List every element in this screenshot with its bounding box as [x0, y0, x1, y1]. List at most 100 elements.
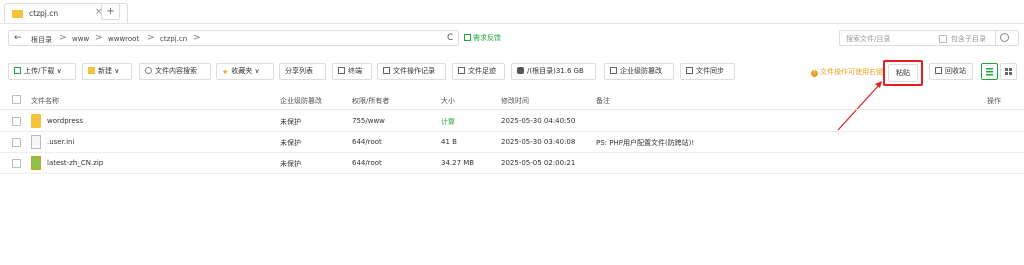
mtime: 2025-05-30 03:40:08 [501, 138, 576, 146]
search-input[interactable]: 搜索文件/目录 [846, 34, 890, 44]
chevron-right-icon: > [59, 33, 67, 43]
col-perm: 权限/所有者 [352, 97, 390, 105]
paste-highlight: 粘贴 [883, 60, 923, 86]
breadcrumb-root[interactable]: 根目录 [31, 35, 52, 45]
path-bar[interactable]: ← 根目录 > www > wwwroot > ctzpj.cn > C [8, 30, 459, 46]
file-name[interactable]: wordpress [47, 117, 83, 125]
sync-button[interactable]: 文件同步 [680, 63, 735, 80]
table-row[interactable]: wordpress 未保护 755/www 计算 2025-05-30 04:4… [0, 111, 1024, 132]
tab-bar: ctzpj.cn × + [0, 0, 1024, 24]
chevron-right-icon: > [95, 33, 103, 43]
col-name[interactable]: 文件名称 [31, 96, 59, 106]
right-click-hint: ! 文件操作可使用右键 [811, 67, 883, 77]
table-row[interactable]: .user.ini 未保护 644/root 41 B 2025-05-30 0… [0, 132, 1024, 153]
shield-icon [610, 67, 617, 74]
star-icon: ★ [222, 68, 229, 76]
search-box: 搜索文件/目录 包含子目录 [839, 30, 1019, 46]
row-checkbox[interactable] [12, 117, 21, 126]
select-all-checkbox[interactable] [12, 95, 21, 104]
defense-button[interactable]: 企业级防篡改 [604, 63, 674, 80]
folder-icon [31, 114, 41, 128]
upload-icon [14, 67, 21, 74]
back-arrow-icon[interactable]: ← [14, 33, 22, 43]
col-size[interactable]: 大小 [441, 96, 455, 106]
divider [995, 31, 996, 45]
list-view-button[interactable] [981, 63, 998, 80]
op-log-label: 文件操作记录 [393, 67, 435, 75]
col-mtime[interactable]: 修改时间 [501, 96, 529, 106]
new-button[interactable]: 新建 ∨ [82, 63, 132, 80]
disk-button[interactable]: /(根目录)31.6 GB [511, 63, 596, 80]
info-icon: ! [811, 70, 818, 77]
breadcrumb-ctzpj[interactable]: ctzpj.cn [160, 35, 187, 43]
col-defense: 企业级防篡改 [280, 97, 322, 105]
paste-button[interactable]: 粘贴 [888, 64, 918, 82]
folder-icon [12, 10, 23, 18]
file-name[interactable]: .user.ini [47, 138, 74, 146]
list-view-icon [986, 68, 993, 76]
terminal-button[interactable]: 终端 [332, 63, 372, 80]
search-icon [145, 67, 152, 74]
mtime: 2025-05-30 04:40:50 [501, 117, 576, 125]
defense-status[interactable]: 未保护 [280, 117, 301, 127]
permission[interactable]: 755/www [352, 117, 385, 125]
table-row[interactable]: latest-zh_CN.zip 未保护 644/root 34.27 MB 2… [0, 153, 1024, 174]
disk-label: /(根目录)31.6 GB [527, 67, 584, 75]
folder-icon [88, 67, 95, 74]
upload-label: 上传/下载 [24, 67, 55, 75]
content-search-button[interactable]: 文件内容搜索 [139, 63, 211, 80]
feedback-icon [464, 34, 471, 41]
permission[interactable]: 644/root [352, 138, 382, 146]
favorites-label: 收藏夹 [231, 67, 253, 75]
terminal-label: 终端 [348, 67, 362, 75]
tab-label: ctzpj.cn [29, 9, 59, 18]
sync-label: 文件同步 [696, 67, 724, 75]
search-icon[interactable] [1000, 33, 1009, 42]
defense-status[interactable]: 未保护 [280, 159, 301, 169]
mtime: 2025-05-05 02:00:21 [501, 159, 576, 167]
row-checkbox[interactable] [12, 159, 21, 168]
refresh-icon[interactable]: C [447, 33, 453, 43]
trash-icon [935, 67, 942, 74]
op-log-button[interactable]: 文件操作记录 [377, 63, 446, 80]
size: 34.27 MB [441, 159, 475, 167]
sync-icon [686, 67, 693, 74]
chevron-right-icon: > [147, 33, 155, 43]
grid-view-button[interactable] [1000, 63, 1017, 80]
footprint-icon [458, 67, 465, 74]
upload-download-button[interactable]: 上传/下载 ∨ [8, 63, 76, 80]
footprint-label: 文件足迹 [468, 67, 496, 75]
add-tab-button[interactable]: + [101, 3, 120, 20]
defense-status[interactable]: 未保护 [280, 138, 301, 148]
note: PS: PHP用户配置文件(防跨站)! [596, 139, 695, 147]
include-subdir-checkbox[interactable] [939, 35, 947, 43]
size: 41 B [441, 138, 457, 146]
terminal-icon [338, 67, 345, 74]
log-icon [383, 67, 390, 74]
chevron-right-icon: > [193, 33, 201, 43]
breadcrumb-www[interactable]: www [72, 35, 89, 43]
feedback-link[interactable]: 需求反馈 [464, 33, 501, 43]
file-icon [31, 135, 41, 149]
recycle-bin-button[interactable]: 回收站 [929, 63, 973, 80]
footprint-button[interactable]: 文件足迹 [452, 63, 505, 80]
permission[interactable]: 644/root [352, 159, 382, 167]
file-name[interactable]: latest-zh_CN.zip [47, 159, 103, 167]
breadcrumb-wwwroot[interactable]: wwwroot [108, 35, 139, 43]
share-list-label: 分享列表 [285, 67, 313, 75]
col-ops: 操作 [987, 97, 1001, 105]
disk-icon [517, 67, 524, 74]
zip-icon [31, 156, 41, 170]
content-search-label: 文件内容搜索 [155, 67, 197, 75]
grid-view-icon [1005, 68, 1012, 75]
size[interactable]: 计算 [441, 117, 455, 127]
recycle-label: 回收站 [945, 67, 966, 75]
defense-label: 企业级防篡改 [620, 67, 662, 75]
right-click-hint-label: 文件操作可使用右键 [820, 68, 883, 76]
col-note: 备注 [596, 97, 610, 105]
include-subdir-label: 包含子目录 [951, 35, 986, 43]
row-checkbox[interactable] [12, 138, 21, 147]
share-list-button[interactable]: 分享列表 [279, 63, 326, 80]
table-header: 文件名称 企业级防篡改 权限/所有者 大小 修改时间 备注 操作 [0, 90, 1024, 110]
favorites-button[interactable]: ★ 收藏夹 ∨ [216, 63, 274, 80]
